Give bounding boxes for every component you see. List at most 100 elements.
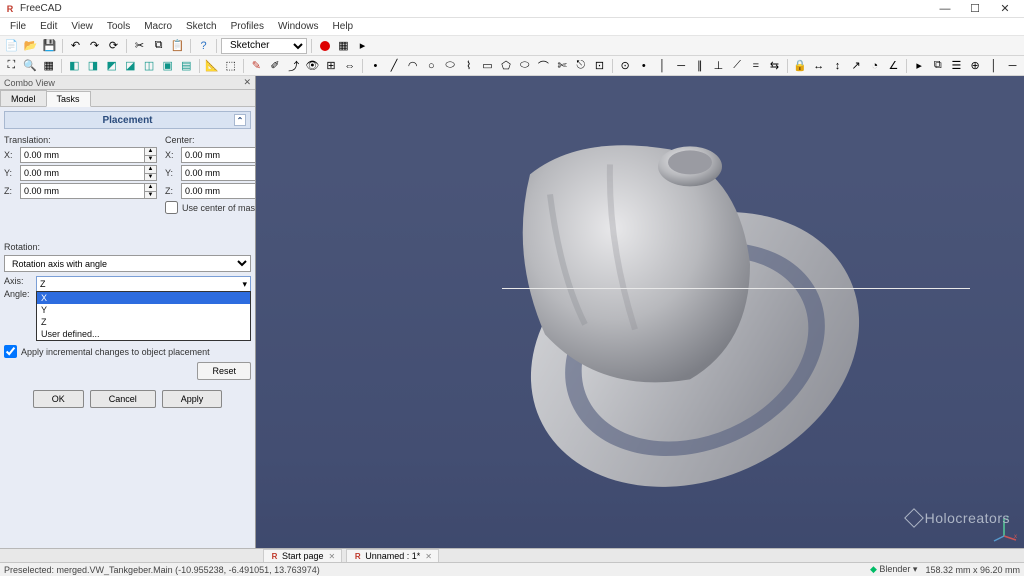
- select-haxis-icon[interactable]: ─: [1004, 57, 1021, 74]
- ok-button[interactable]: OK: [33, 390, 84, 408]
- polyline-icon[interactable]: ⌇: [460, 57, 477, 74]
- constr-parallel-icon[interactable]: ∥: [691, 57, 708, 74]
- 3d-viewport[interactable]: z x Holocreators: [256, 76, 1024, 548]
- constr-perp-icon[interactable]: ⊥: [710, 57, 727, 74]
- panel-close-icon[interactable]: ✕: [243, 77, 251, 88]
- constr-radius-icon[interactable]: ◔: [866, 57, 883, 74]
- menu-profiles[interactable]: Profiles: [225, 19, 270, 34]
- view-left-icon[interactable]: ▤: [178, 57, 195, 74]
- tab-unnamed[interactable]: R Unnamed : 1* ✕: [346, 549, 439, 562]
- external-icon[interactable]: ⎋: [572, 57, 589, 74]
- connect-icon[interactable]: ⧉: [929, 57, 946, 74]
- zoom-fit-icon[interactable]: ⛶: [3, 57, 20, 74]
- rect-icon[interactable]: ▭: [479, 57, 496, 74]
- apply-incremental-checkbox[interactable]: [4, 345, 17, 358]
- constr-tangent-icon[interactable]: ⟋: [729, 57, 746, 74]
- constr-hdist-icon[interactable]: ↔: [810, 57, 827, 74]
- constr-equal-icon[interactable]: =: [747, 57, 764, 74]
- collapse-icon[interactable]: ⌃: [234, 114, 246, 126]
- part-icon[interactable]: ⬚: [222, 57, 239, 74]
- view-front-icon[interactable]: ◨: [85, 57, 102, 74]
- close-button[interactable]: ✕: [990, 0, 1020, 18]
- tab-close-icon[interactable]: ✕: [425, 552, 432, 561]
- trim-icon[interactable]: ✄: [554, 57, 571, 74]
- sketch-edit-icon[interactable]: ✐: [267, 57, 284, 74]
- view-bottom-icon[interactable]: ▣: [159, 57, 176, 74]
- workbench-select[interactable]: Sketcher: [221, 38, 307, 54]
- refresh-icon[interactable]: ⟳: [105, 37, 122, 54]
- apply-button[interactable]: Apply: [162, 390, 223, 408]
- construction-icon[interactable]: ⊡: [591, 57, 608, 74]
- cut-icon[interactable]: ✂: [131, 37, 148, 54]
- constr-vdist-icon[interactable]: ↕: [829, 57, 846, 74]
- select-vaxis-icon[interactable]: │: [985, 57, 1002, 74]
- maximize-button[interactable]: ☐: [960, 0, 990, 18]
- constr-length-icon[interactable]: ↗: [848, 57, 865, 74]
- constr-coincident-icon[interactable]: ⊙: [617, 57, 634, 74]
- menu-windows[interactable]: Windows: [272, 19, 325, 34]
- help-icon[interactable]: ?: [195, 37, 212, 54]
- tab-model[interactable]: Model: [0, 90, 47, 106]
- close-shape-icon[interactable]: ▸: [911, 57, 928, 74]
- menu-file[interactable]: File: [4, 19, 32, 34]
- slot-icon[interactable]: ⬭: [516, 57, 533, 74]
- constr-point-icon[interactable]: •: [635, 57, 652, 74]
- open-icon[interactable]: 📂: [22, 37, 39, 54]
- axis-option-x[interactable]: X: [37, 292, 250, 304]
- menu-edit[interactable]: Edit: [34, 19, 63, 34]
- constr-lock-icon[interactable]: 🔒: [792, 57, 809, 74]
- reset-button[interactable]: Reset: [197, 362, 251, 380]
- constr-angle-icon[interactable]: ∠: [885, 57, 902, 74]
- constr-horizontal-icon[interactable]: ─: [673, 57, 690, 74]
- line-icon[interactable]: ╱: [386, 57, 403, 74]
- measure-icon[interactable]: 📐: [204, 57, 221, 74]
- record-icon[interactable]: [316, 37, 333, 54]
- use-center-of-mass-checkbox[interactable]: [165, 201, 178, 214]
- menu-sketch[interactable]: Sketch: [180, 19, 223, 34]
- sketch-view-icon[interactable]: 👁: [304, 57, 321, 74]
- translation-x-input[interactable]: ▲▼: [20, 147, 157, 163]
- polygon-icon[interactable]: ⬠: [498, 57, 515, 74]
- tab-start-page[interactable]: R Start page ✕: [263, 549, 342, 562]
- menu-view[interactable]: View: [65, 19, 99, 34]
- magnify-icon[interactable]: 🔍: [22, 57, 39, 74]
- mesh-model[interactable]: [410, 114, 870, 494]
- macro-icon[interactable]: ▸: [354, 37, 371, 54]
- paste-icon[interactable]: 📋: [169, 37, 186, 54]
- translation-z-input[interactable]: ▲▼: [20, 183, 157, 199]
- view-rear-icon[interactable]: ◫: [141, 57, 158, 74]
- axis-option-z[interactable]: Z: [37, 316, 250, 328]
- menu-tools[interactable]: Tools: [101, 19, 136, 34]
- new-icon[interactable]: 📄: [3, 37, 20, 54]
- sketch-map-icon[interactable]: ⊞: [323, 57, 340, 74]
- placement-header[interactable]: Placement ⌃: [4, 111, 251, 129]
- tab-close-icon[interactable]: ✕: [329, 552, 336, 561]
- undo-icon[interactable]: ↶: [67, 37, 84, 54]
- tab-tasks[interactable]: Tasks: [46, 91, 91, 107]
- fillet-icon[interactable]: ⌒: [535, 57, 552, 74]
- ellipse-icon[interactable]: ⬭: [442, 57, 459, 74]
- nav-style[interactable]: ◆ Blender ▾: [870, 564, 918, 575]
- sketch-mirror-icon[interactable]: ⇔: [341, 57, 358, 74]
- center-z-input[interactable]: ▲▼: [181, 183, 255, 199]
- center-y-input[interactable]: ▲▼: [181, 165, 255, 181]
- axis-select[interactable]: Z ▾: [36, 276, 251, 292]
- center-x-input[interactable]: ▲▼: [181, 147, 255, 163]
- view-right-icon[interactable]: ◪: [122, 57, 139, 74]
- arc-icon[interactable]: ◠: [404, 57, 421, 74]
- stop-icon[interactable]: ▦: [335, 37, 352, 54]
- redo-icon[interactable]: ↷: [86, 37, 103, 54]
- constr-vertical-icon[interactable]: │: [654, 57, 671, 74]
- sketch-leave-icon[interactable]: ⤴: [285, 57, 302, 74]
- copy-icon[interactable]: ⧉: [150, 37, 167, 54]
- rotation-mode-select[interactable]: Rotation axis with angle: [4, 255, 251, 272]
- axis-option-user[interactable]: User defined...: [37, 328, 250, 340]
- point-icon[interactable]: •: [367, 57, 384, 74]
- select-origin-icon[interactable]: ⊕: [967, 57, 984, 74]
- draw-style-icon[interactable]: ▦: [40, 57, 57, 74]
- minimize-button[interactable]: —: [930, 0, 960, 18]
- circle-icon[interactable]: ○: [423, 57, 440, 74]
- save-icon[interactable]: 💾: [41, 37, 58, 54]
- menu-macro[interactable]: Macro: [138, 19, 178, 34]
- menu-help[interactable]: Help: [327, 19, 360, 34]
